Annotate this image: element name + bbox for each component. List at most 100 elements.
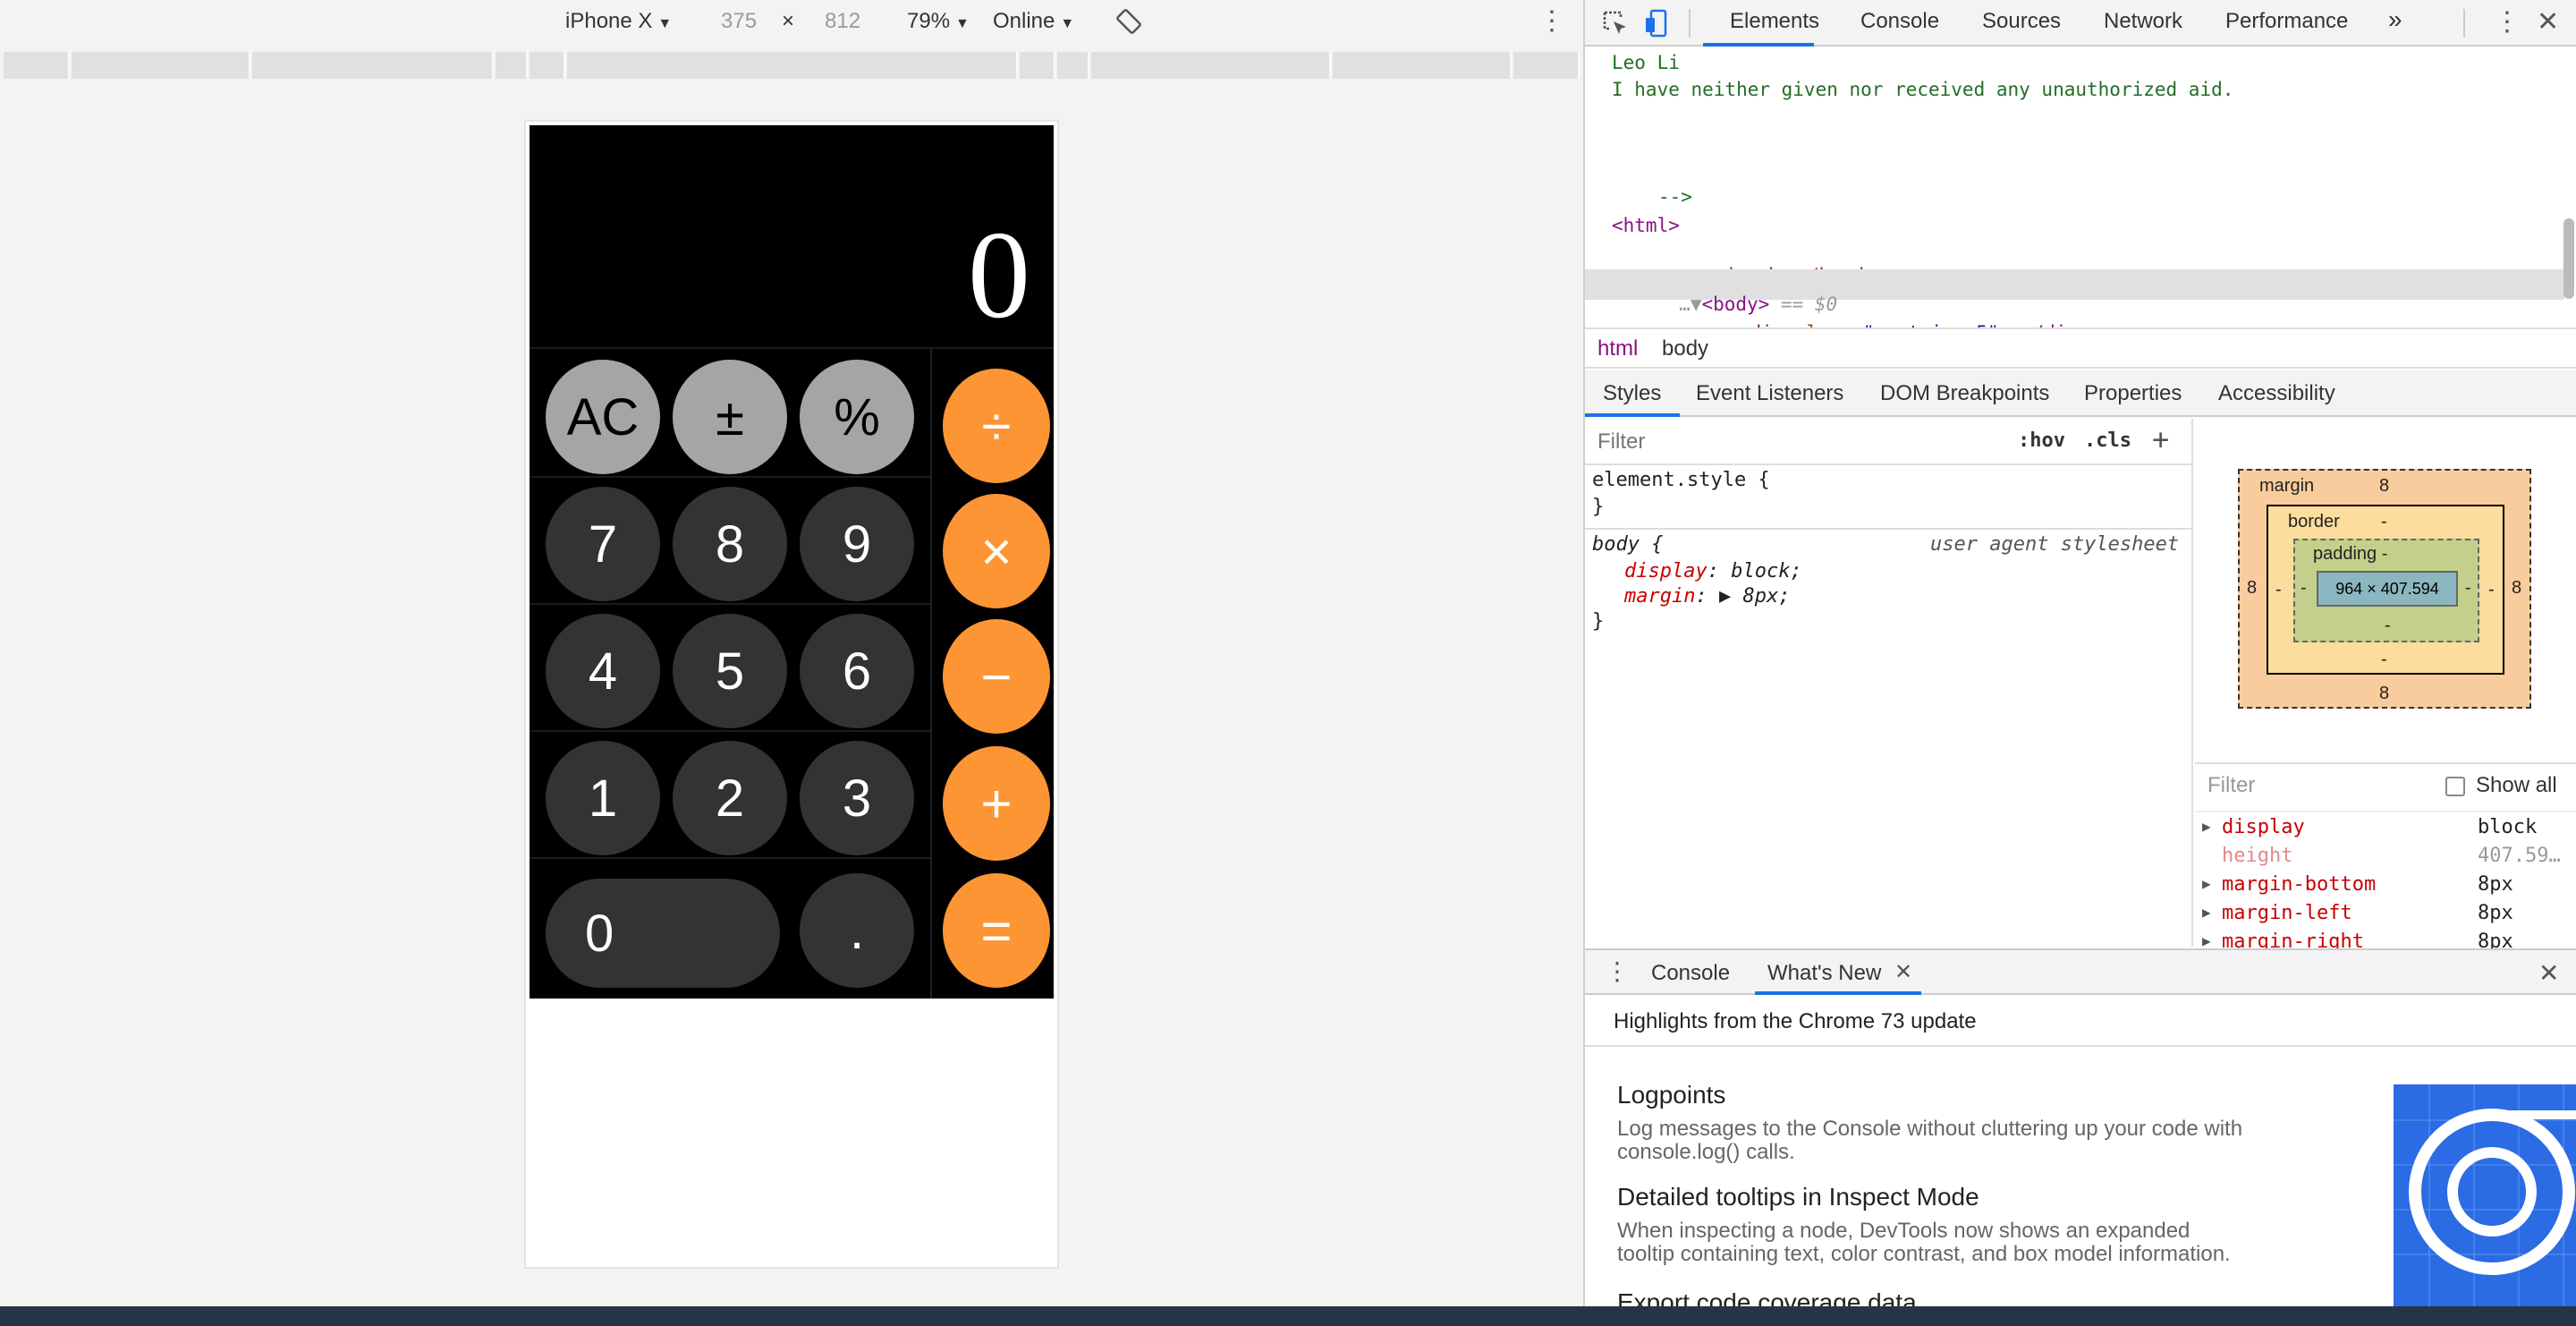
- padding-right-value[interactable]: -: [2465, 578, 2471, 599]
- toggle-sign-button[interactable]: ±: [673, 360, 787, 474]
- digit-8-button[interactable]: 8: [673, 487, 787, 601]
- ruler-segment[interactable]: [1333, 52, 1512, 79]
- class-toggle[interactable]: .cls: [2084, 429, 2131, 452]
- inspect-element-icon[interactable]: [1601, 9, 1630, 42]
- device-select[interactable]: iPhone X ▼: [565, 9, 672, 34]
- feature-description: tooltip containing text, color contrast,…: [1617, 1242, 2231, 1266]
- digit-9-button[interactable]: 9: [800, 487, 914, 601]
- border-left-value[interactable]: -: [2275, 580, 2282, 600]
- body-rule-selector[interactable]: body {: [1592, 533, 1663, 556]
- margin-bottom-value[interactable]: 8: [2379, 684, 2389, 704]
- drawer-tab-whats-new[interactable]: What's New: [1767, 961, 1881, 986]
- comment-end: -->: [1658, 186, 1692, 208]
- padding-bottom-value[interactable]: -: [2385, 616, 2391, 636]
- style-declaration[interactable]: margin: ▶ 8px;: [1624, 585, 1790, 608]
- border-bottom-value[interactable]: -: [2381, 650, 2387, 670]
- feature-title[interactable]: Export code coverage data: [1617, 1288, 1917, 1306]
- drawer-menu-icon[interactable]: ⋮: [1605, 959, 1630, 984]
- zoom-select[interactable]: 79% ▼: [907, 9, 970, 34]
- computed-filter-input[interactable]: Filter: [2207, 773, 2255, 798]
- box-model-margin[interactable]: margin 8 8 8 8 border - - - - padding - …: [2238, 469, 2531, 709]
- more-options-icon[interactable]: ⋮: [1538, 5, 1565, 37]
- padding-left-value[interactable]: -: [2301, 578, 2307, 599]
- border-top-value[interactable]: -: [2381, 512, 2387, 532]
- style-declaration[interactable]: display: block;: [1624, 560, 1802, 582]
- computed-row[interactable]: height 407.59…: [2195, 845, 2576, 873]
- tab-performance[interactable]: Performance: [2225, 9, 2348, 34]
- close-devtools-icon[interactable]: ✕: [2537, 9, 2559, 36]
- ruler-segment[interactable]: [567, 52, 1018, 79]
- percent-button[interactable]: %: [800, 360, 914, 474]
- height-input[interactable]: 812: [825, 9, 860, 34]
- network-throttle-select[interactable]: Online ▼: [993, 9, 1074, 34]
- close-tab-icon[interactable]: ✕: [1894, 959, 1912, 985]
- width-input[interactable]: 375: [721, 9, 757, 34]
- border-right-value[interactable]: -: [2488, 580, 2495, 600]
- tab-accessibility[interactable]: Accessibility: [2218, 381, 2335, 406]
- ruler-segment[interactable]: [72, 52, 250, 79]
- computed-row[interactable]: ▶ margin-bottom 8px: [2195, 873, 2576, 902]
- devtools-menu-icon[interactable]: ⋮: [2494, 9, 2521, 36]
- margin-top-value[interactable]: 8: [2379, 476, 2389, 497]
- multiply-button[interactable]: ×: [943, 494, 1050, 608]
- device-toolbar-toggle-icon[interactable]: [1642, 9, 1671, 42]
- tab-dom-breakpoints[interactable]: DOM Breakpoints: [1880, 381, 2049, 406]
- digit-0-button[interactable]: 0: [546, 879, 780, 988]
- computed-row[interactable]: ▶ margin-left 8px: [2195, 902, 2576, 931]
- ruler-segment[interactable]: [252, 52, 494, 79]
- box-model-content-size[interactable]: 964 × 407.594: [2317, 571, 2458, 607]
- digit-4-button[interactable]: 4: [546, 614, 660, 728]
- margin-left-value[interactable]: 8: [2247, 578, 2257, 599]
- styles-filter-input[interactable]: [1597, 428, 2000, 456]
- drawer-tab-console[interactable]: Console: [1651, 961, 1730, 986]
- tab-sources[interactable]: Sources: [1982, 9, 2061, 34]
- element-style-rule[interactable]: element.style {: [1592, 469, 1770, 491]
- digit-3-button[interactable]: 3: [800, 741, 914, 855]
- minus-button[interactable]: −: [943, 619, 1050, 734]
- decimal-button[interactable]: .: [800, 873, 914, 988]
- new-style-rule-icon[interactable]: +: [2152, 422, 2169, 456]
- ruler-segment[interactable]: [496, 52, 528, 79]
- tab-elements[interactable]: Elements: [1730, 9, 1819, 34]
- active-tab-indicator: [1703, 43, 1814, 47]
- plus-button[interactable]: +: [943, 746, 1050, 861]
- digit-6-button[interactable]: 6: [800, 614, 914, 728]
- expand-triangle-icon[interactable]: ▶: [2202, 932, 2211, 949]
- margin-right-value[interactable]: 8: [2512, 578, 2521, 599]
- close-drawer-icon[interactable]: ✕: [2538, 961, 2559, 986]
- breadcrumb-body[interactable]: body: [1655, 336, 1716, 361]
- digit-1-button[interactable]: 1: [546, 741, 660, 855]
- ruler-segment[interactable]: [4, 52, 70, 79]
- divide-button[interactable]: ÷: [943, 369, 1050, 483]
- expand-triangle-icon[interactable]: ▶: [2202, 818, 2211, 835]
- show-all-checkbox[interactable]: [2445, 777, 2465, 796]
- ruler-segment[interactable]: [530, 52, 565, 79]
- tab-network[interactable]: Network: [2104, 9, 2182, 34]
- ruler-segment[interactable]: [1513, 52, 1580, 79]
- tab-console[interactable]: Console: [1860, 9, 1939, 34]
- tab-styles[interactable]: Styles: [1603, 381, 1661, 406]
- hover-state-toggle[interactable]: :hov: [2018, 429, 2065, 452]
- expand-triangle-icon[interactable]: ▶: [2202, 904, 2211, 921]
- expand-triangle-icon[interactable]: ▶: [2202, 875, 2211, 892]
- ruler-segment[interactable]: [1020, 52, 1055, 79]
- rotate-icon[interactable]: [1114, 7, 1143, 42]
- equals-button[interactable]: =: [943, 873, 1050, 988]
- tab-event-listeners[interactable]: Event Listeners: [1696, 381, 1843, 406]
- feature-title[interactable]: Detailed tooltips in Inspect Mode: [1617, 1183, 1979, 1211]
- digit-7-button[interactable]: 7: [546, 487, 660, 601]
- scrollbar[interactable]: [2563, 218, 2574, 299]
- feature-title[interactable]: Logpoints: [1617, 1081, 1725, 1109]
- digit-2-button[interactable]: 2: [673, 741, 787, 855]
- dom-node-html[interactable]: <html>: [1612, 215, 1680, 236]
- breadcrumb-html[interactable]: html: [1590, 336, 1645, 361]
- box-model-border[interactable]: border - - - - padding - - - - 964 × 407…: [2267, 505, 2504, 675]
- digit-5-button[interactable]: 5: [673, 614, 787, 728]
- computed-row[interactable]: ▶ display block: [2195, 816, 2576, 845]
- tab-properties[interactable]: Properties: [2084, 381, 2182, 406]
- clear-button[interactable]: AC: [546, 360, 660, 474]
- box-model-padding[interactable]: padding - - - - 964 × 407.594: [2293, 539, 2479, 642]
- ruler-segment[interactable]: [1091, 52, 1331, 79]
- ruler-segment[interactable]: [1057, 52, 1089, 79]
- more-tabs-icon[interactable]: »: [2388, 5, 2402, 34]
